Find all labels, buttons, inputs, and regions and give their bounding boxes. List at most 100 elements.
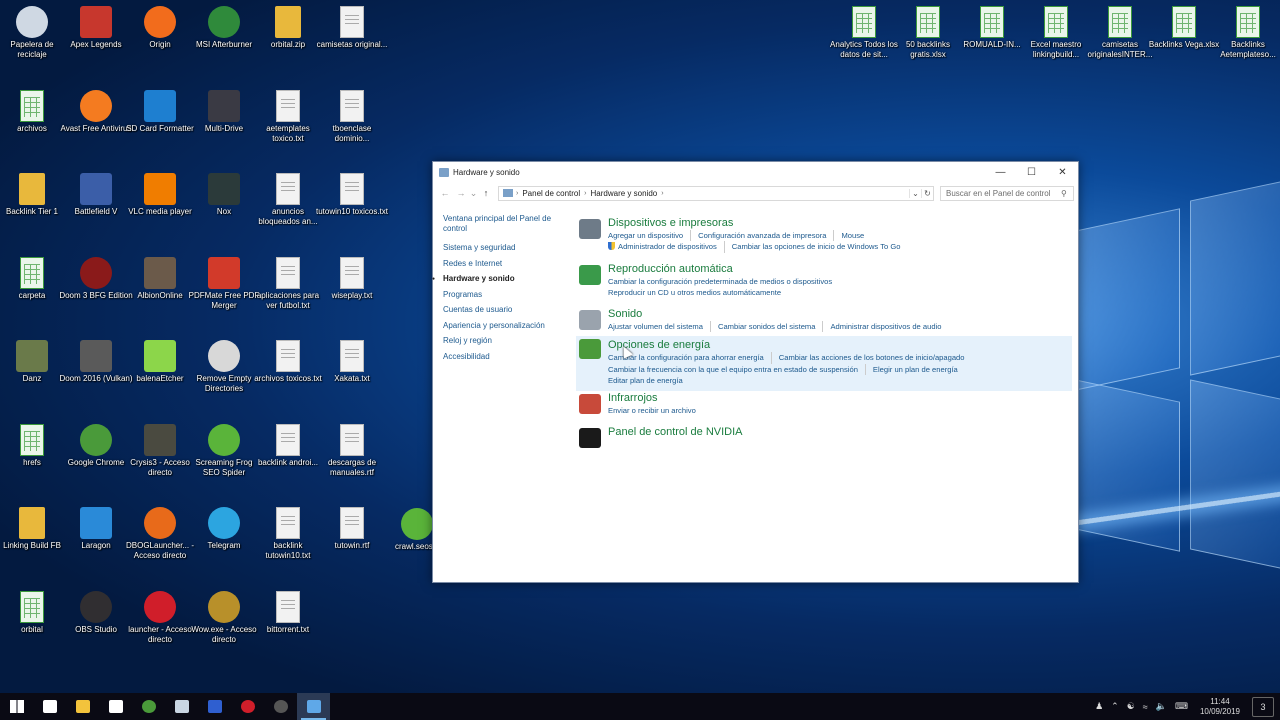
desktop-icon[interactable]: Doom 3 BFG Edition: [59, 253, 133, 301]
category-link[interactable]: Editar plan de energía: [608, 375, 690, 386]
category-title[interactable]: Infrarrojos: [608, 391, 1072, 405]
desktop-icon[interactable]: tutowin.rtf: [315, 503, 389, 551]
desktop-icon[interactable]: PDFMate Free PDF Merger: [187, 253, 261, 311]
store-button[interactable]: [99, 693, 132, 720]
desktop-icon[interactable]: SD Card Formatter: [123, 86, 197, 134]
category-title[interactable]: Panel de control de NVIDIA: [608, 425, 1072, 439]
desktop-icon[interactable]: Backlinks Aetemplateso...: [1211, 2, 1280, 60]
category-link[interactable]: Enviar o recibir un archivo: [608, 405, 703, 416]
breadcrumb-hardware-sound[interactable]: Hardware y sonido: [591, 189, 658, 198]
power-options-icon[interactable]: [579, 339, 601, 360]
search-input[interactable]: Buscar en el Panel de control ⚲: [940, 185, 1074, 201]
category-link[interactable]: Administrar dispositivos de audio: [830, 321, 948, 332]
left-nav-link[interactable]: Apariencia y personalización: [443, 321, 563, 331]
people-icon[interactable]: ♟: [1095, 701, 1103, 712]
remote-desktop-button[interactable]: [198, 693, 231, 720]
desktop-icon[interactable]: VLC media player: [123, 169, 197, 217]
desktop-icon[interactable]: launcher - Acceso directo: [123, 587, 197, 645]
category-link[interactable]: Administrador de dispositivos: [608, 241, 725, 253]
desktop-icon[interactable]: Xakata.txt: [315, 336, 389, 384]
left-nav-link[interactable]: Cuentas de usuario: [443, 305, 563, 315]
title-bar[interactable]: Hardware y sonido — ☐ ✕: [433, 162, 1078, 182]
refresh-icon[interactable]: ↻: [921, 188, 933, 198]
desktop-icon[interactable]: Doom 2016 (Vulkan): [59, 336, 133, 384]
desktop-icon[interactable]: Nox: [187, 169, 261, 217]
desktop-icon[interactable]: wiseplay.txt: [315, 253, 389, 301]
desktop-icon[interactable]: archivos toxicos.txt: [251, 336, 325, 384]
address-bar[interactable]: › Panel de control › Hardware y sonido ›…: [498, 185, 934, 201]
wifi-icon[interactable]: ≈: [1143, 702, 1148, 712]
left-nav-link[interactable]: Programas: [443, 290, 563, 300]
obs-button[interactable]: [264, 693, 297, 720]
breadcrumb-chevron-icon[interactable]: ›: [584, 190, 586, 197]
speaker-icon[interactable]: [579, 310, 601, 331]
desktop-icon[interactable]: 50 backlinks gratis.xlsx: [891, 2, 965, 60]
up-arrow-icon[interactable]: ↑: [478, 188, 494, 198]
left-nav-link[interactable]: Hardware y sonido: [432, 274, 563, 284]
left-nav-link[interactable]: Redes e Internet: [443, 259, 563, 269]
desktop-icon[interactable]: Remove Empty Directories: [187, 336, 261, 394]
autoplay-icon[interactable]: [579, 264, 601, 285]
control-panel-button[interactable]: [297, 693, 330, 720]
desktop-icon[interactable]: aetemplates toxico.txt: [251, 86, 325, 144]
breadcrumb-chevron-icon[interactable]: ›: [661, 190, 663, 197]
left-nav-link[interactable]: Ventana principal del Panel de control: [443, 214, 563, 234]
category-link[interactable]: Cambiar la configuración predeterminada …: [608, 276, 839, 287]
left-nav-link[interactable]: Accesibilidad: [443, 352, 563, 362]
desktop-icon[interactable]: Avast Free Antivirus: [59, 86, 133, 134]
desktop-icon[interactable]: Excel maestro linkingbuild...: [1019, 2, 1093, 60]
desktop-icon[interactable]: tutowin10 toxicos.txt: [315, 169, 389, 217]
desktop-icon[interactable]: Laragon: [59, 503, 133, 551]
clock[interactable]: 11:44 10/09/2019: [1200, 697, 1240, 717]
printer-icon[interactable]: [579, 219, 601, 239]
category-link[interactable]: Cambiar las acciones de los botones de i…: [779, 352, 972, 363]
desktop-icon[interactable]: MSI Afterburner: [187, 2, 261, 50]
desktop-icon[interactable]: Apex Legends: [59, 2, 133, 50]
desktop-icon[interactable]: anuncios bloqueados an...: [251, 169, 325, 227]
desktop-icon[interactable]: OBS Studio: [59, 587, 133, 635]
category-link[interactable]: Mouse: [841, 230, 871, 241]
desktop-icon[interactable]: orbital.zip: [251, 2, 325, 50]
category-link[interactable]: Cambiar sonidos del sistema: [718, 321, 824, 333]
breadcrumb-chevron-icon[interactable]: ›: [516, 190, 518, 197]
desktop-icon[interactable]: ROMUALD-IN...: [955, 2, 1029, 50]
network-icon[interactable]: ☯: [1127, 701, 1135, 712]
category-title[interactable]: Dispositivos e impresoras: [608, 216, 1072, 230]
desktop-icon[interactable]: Google Chrome: [59, 420, 133, 468]
desktop-icon[interactable]: Multi-Drive: [187, 86, 261, 134]
desktop-icon[interactable]: backlink tutowin10.txt: [251, 503, 325, 561]
category-link[interactable]: Configuración avanzada de impresora: [698, 230, 835, 242]
category-link[interactable]: Reproducir un CD u otros medios automáti…: [608, 287, 788, 298]
desktop-icon[interactable]: balenaEtcher: [123, 336, 197, 384]
category-link[interactable]: Agregar un dispositivo: [608, 230, 692, 242]
category-link[interactable]: Cambiar la frecuencia con la que el equi…: [608, 363, 866, 376]
forward-arrow-icon[interactable]: →: [453, 188, 469, 198]
start-button[interactable]: [0, 693, 33, 720]
app-button[interactable]: [165, 693, 198, 720]
volume-icon[interactable]: 🔈: [1156, 701, 1167, 712]
desktop-icon[interactable]: Telegram: [187, 503, 261, 551]
desktop-icon[interactable]: AlbionOnline: [123, 253, 197, 301]
desktop-icon[interactable]: Origin: [123, 2, 197, 50]
category-link[interactable]: Ajustar volumen del sistema: [608, 321, 711, 333]
desktop-icon[interactable]: descargas de manuales.rtf: [315, 420, 389, 478]
left-nav-link[interactable]: Sistema y seguridad: [443, 243, 563, 253]
action-center-button[interactable]: 3: [1252, 696, 1274, 717]
back-arrow-icon[interactable]: ←: [437, 188, 453, 198]
desktop-icon[interactable]: Screaming Frog SEO Spider: [187, 420, 261, 478]
close-button[interactable]: ✕: [1047, 162, 1078, 182]
category-title[interactable]: Opciones de energía: [608, 338, 1072, 352]
breadcrumb-control-panel[interactable]: Panel de control: [522, 189, 580, 198]
category-link[interactable]: Cambiar las opciones de inicio de Window…: [732, 241, 908, 252]
file-explorer-button[interactable]: [66, 693, 99, 720]
show-hidden-icons-icon[interactable]: ⌃: [1111, 701, 1119, 712]
recent-dropdown-icon[interactable]: ⌄: [469, 188, 478, 199]
minimize-button[interactable]: —: [985, 162, 1016, 182]
category-title[interactable]: Sonido: [608, 307, 1072, 321]
desktop-icon[interactable]: DBOGLauncher... - Acceso directo: [123, 503, 197, 561]
desktop-icon[interactable]: Backlinks Vega.xlsx: [1147, 2, 1221, 50]
desktop-icon[interactable]: tboenclase dominio...: [315, 86, 389, 144]
desktop-icon[interactable]: camisetas originalesINTER...: [1083, 2, 1157, 60]
nvidia-icon[interactable]: [579, 427, 601, 448]
desktop-icon[interactable]: backlink androi...: [251, 420, 325, 468]
